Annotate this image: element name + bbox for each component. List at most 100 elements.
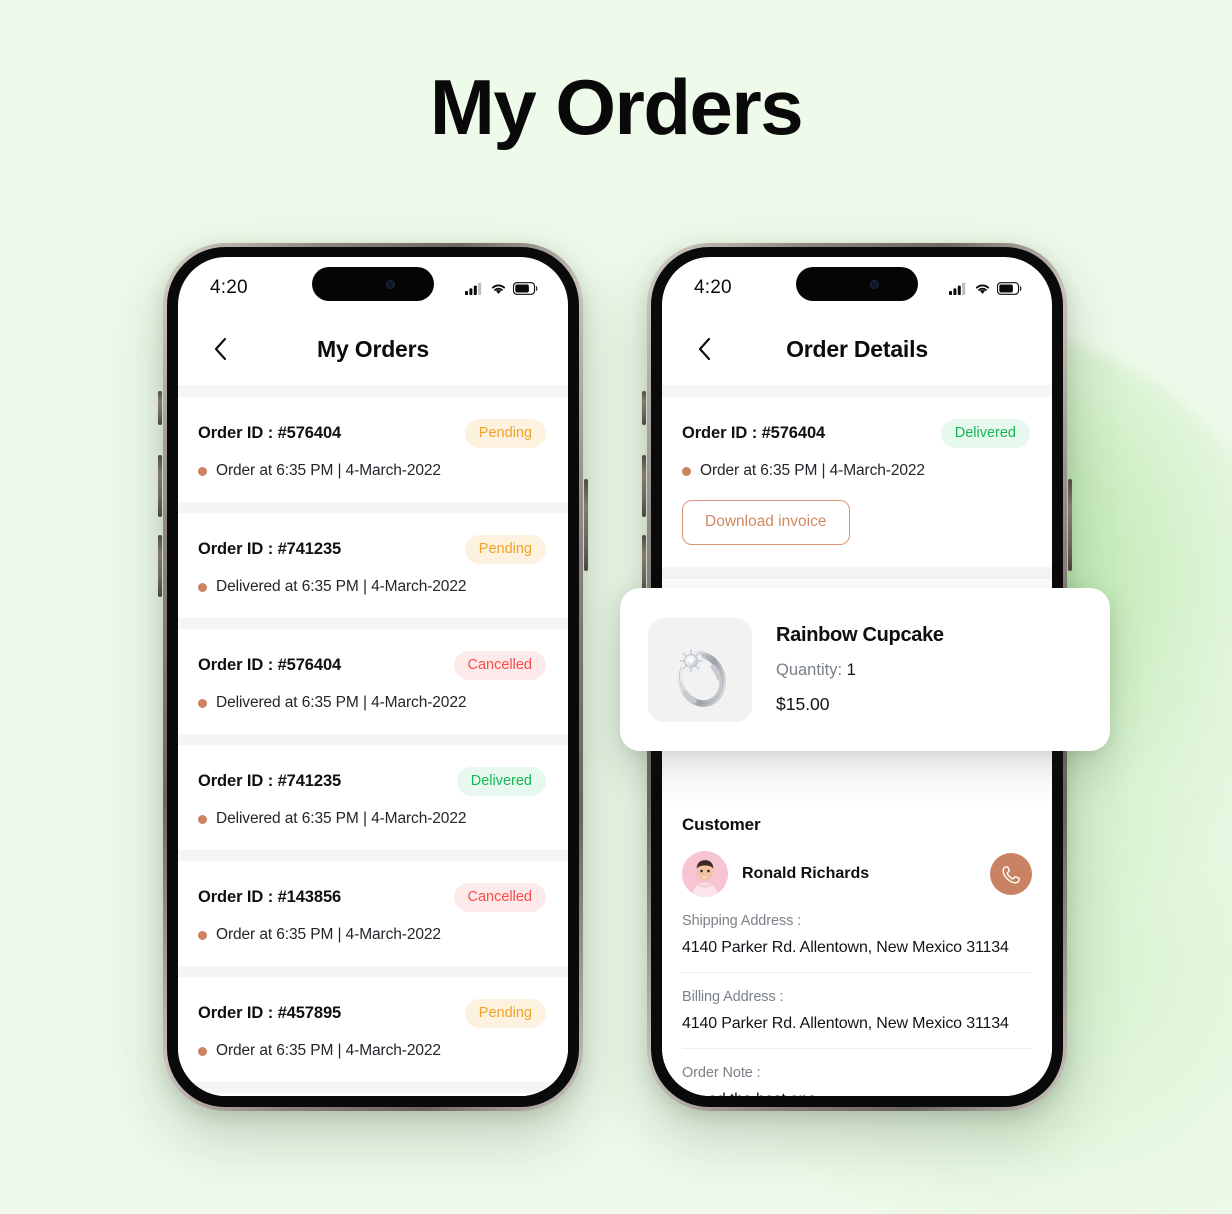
order-list-item[interactable]: Order ID : #741235 Delivered Delivered at … bbox=[178, 734, 568, 850]
dynamic-island bbox=[796, 267, 918, 301]
order-list-item[interactable]: Order ID : #143856 Cancelled Order at 6:35… bbox=[178, 850, 568, 966]
status-badge: Delivered bbox=[940, 419, 1030, 448]
customer-section-heading: Customer bbox=[682, 815, 761, 834]
status-dot-icon bbox=[682, 466, 691, 476]
order-list-item[interactable]: Order ID : #457895 Pending Order at 6:35 P… bbox=[178, 966, 568, 1082]
avatar bbox=[682, 851, 728, 897]
shipping-address-field: Shipping Address : 4140 Parker Rd. Allen… bbox=[682, 897, 1032, 972]
avatar-photo bbox=[682, 851, 728, 897]
order-timestamp: Order at 6:35 PM | 4-March-2022 bbox=[216, 1042, 441, 1059]
status-badge: Pending bbox=[464, 999, 546, 1028]
billing-address-value: 4140 Parker Rd. Allentown, New Mexico 31… bbox=[682, 1015, 1009, 1032]
order-note-value: I need the best one bbox=[682, 1091, 1032, 1096]
order-item-header: Order ID : #457895 Pending bbox=[198, 999, 546, 1028]
order-id: Order ID : #576404 bbox=[198, 424, 342, 442]
diamond-ring-image bbox=[676, 648, 726, 707]
order-timestamp-row: Order at 6:35 PM | 4-March-2022 bbox=[682, 462, 1030, 480]
battery-icon bbox=[513, 281, 538, 295]
nav-bar: My Orders bbox=[178, 313, 568, 385]
status-badge: Cancelled bbox=[453, 883, 546, 912]
call-customer-button[interactable] bbox=[990, 853, 1032, 895]
order-timestamp-row: Delivered at 6:35 PM | 4-March-2022 bbox=[198, 694, 546, 712]
status-dot-icon bbox=[198, 930, 207, 940]
silent-switch[interactable] bbox=[158, 391, 162, 425]
status-time: 4:20 bbox=[694, 277, 732, 298]
phone-bezel: 4:20 bbox=[167, 247, 579, 1107]
status-badge: Delivered bbox=[456, 767, 546, 796]
wifi-icon bbox=[491, 283, 506, 294]
chevron-left-icon bbox=[214, 338, 226, 360]
customer-name: Ronald Richards bbox=[742, 865, 870, 882]
power-button[interactable] bbox=[1068, 479, 1072, 571]
order-timestamp-row: Order at 6:35 PM | 4-March-2022 bbox=[198, 1042, 546, 1060]
order-item-header: Order ID : #741235 Delivered bbox=[198, 767, 546, 796]
billing-address-label: Billing Address : bbox=[682, 989, 784, 1005]
order-timestamp: Order at 6:35 PM | 4-March-2022 bbox=[700, 462, 925, 479]
order-summary-block: Order ID : #576404 Delivered Order at 6:… bbox=[662, 397, 1052, 567]
phone-mockup-orders-list: 4:20 My Orders Order ID: #576404 Pendin… bbox=[158, 243, 588, 1111]
orders-list: Order ID : #576404 Pending Order at 6:35 P… bbox=[178, 397, 568, 1096]
product-quantity-value: 1 bbox=[846, 661, 856, 679]
power-button[interactable] bbox=[584, 479, 588, 571]
order-item-header: Order ID : #741235 Pending bbox=[198, 535, 546, 564]
order-id: Order ID : #457895 bbox=[198, 1004, 342, 1022]
order-list-item[interactable]: Order ID : #548958DeliveredOrder at 6:35… bbox=[178, 1082, 568, 1096]
download-invoice-button[interactable]: Download invoice bbox=[682, 500, 850, 545]
back-button[interactable] bbox=[688, 333, 720, 365]
status-dot-icon bbox=[198, 1046, 207, 1056]
order-list-item[interactable]: Order ID : #741235 Pending Delivered at 6:… bbox=[178, 502, 568, 618]
order-item-header: Order ID : #576404 Pending bbox=[198, 419, 546, 448]
customer-section: Customer Ronald Richards Shipping Addres… bbox=[662, 797, 1052, 1096]
order-timestamp: Order at 6:35 PM | 4-March-2022 bbox=[216, 462, 441, 479]
section-divider bbox=[662, 385, 1052, 397]
order-list-item[interactable]: Order ID : #576404 Cancelled Delivered at … bbox=[178, 618, 568, 734]
status-dot-icon bbox=[198, 814, 207, 824]
page-heading: Order Details bbox=[786, 335, 928, 362]
product-price: $15.00 bbox=[776, 694, 830, 714]
order-id: Order ID : #741235 bbox=[198, 772, 342, 790]
status-dot-icon bbox=[198, 582, 207, 592]
wifi-icon bbox=[975, 283, 990, 294]
dynamic-island bbox=[312, 267, 434, 301]
order-id: Order ID : #143856 bbox=[198, 888, 342, 906]
page-heading: My Orders bbox=[317, 335, 429, 362]
volume-up-button[interactable] bbox=[158, 455, 162, 517]
section-divider bbox=[662, 567, 1052, 579]
nav-bar: Order Details bbox=[662, 313, 1052, 385]
status-time: 4:20 bbox=[210, 277, 248, 298]
status-badge: Pending bbox=[464, 535, 546, 564]
screen-orders-list: 4:20 My Orders Order ID: #576404 Pendin… bbox=[178, 257, 568, 1096]
product-info: Rainbow Cupcake Quantity: 1 $15.00 bbox=[776, 624, 944, 715]
order-id: Order ID : #576404 bbox=[682, 424, 826, 442]
phone-icon bbox=[1001, 865, 1020, 884]
status-icons bbox=[949, 281, 1022, 295]
product-thumbnail bbox=[648, 617, 752, 722]
order-note-field: Order Note : I need the best one bbox=[682, 1048, 1032, 1096]
status-bar: 4:20 bbox=[178, 257, 568, 313]
front-camera-icon bbox=[869, 279, 879, 289]
status-dot-icon bbox=[198, 698, 207, 708]
page-title: My Orders bbox=[429, 63, 804, 151]
shipping-address-label: Shipping Address : bbox=[682, 913, 802, 929]
order-timestamp: Order at 6:35 PM | 4-March-2022 bbox=[216, 926, 441, 943]
product-item-card[interactable]: Rainbow Cupcake Quantity: 1 $15.00 bbox=[620, 588, 1110, 751]
order-timestamp-row: Delivered at 6:35 PM | 4-March-2022 bbox=[198, 810, 546, 828]
shipping-address-value: 4140 Parker Rd. Allentown, New Mexico 31… bbox=[682, 939, 1009, 956]
product-quantity: Quantity: 1 bbox=[776, 661, 944, 680]
order-item-header: Order ID : #576404 Cancelled bbox=[198, 651, 546, 680]
status-icons bbox=[465, 281, 538, 295]
back-button[interactable] bbox=[204, 333, 236, 365]
product-quantity-label: Quantity: bbox=[776, 661, 843, 679]
front-camera-icon bbox=[385, 279, 395, 289]
volume-up-button[interactable] bbox=[642, 455, 646, 517]
status-dot-icon bbox=[198, 466, 207, 476]
order-list-item[interactable]: Order ID : #576404 Pending Order at 6:35 P… bbox=[178, 397, 568, 502]
status-bar: 4:20 bbox=[662, 257, 1052, 313]
order-timestamp-row: Order at 6:35 PM | 4-March-2022 bbox=[198, 926, 546, 944]
order-timestamp: Delivered at 6:35 PM | 4-March-2022 bbox=[216, 810, 467, 827]
silent-switch[interactable] bbox=[642, 391, 646, 425]
status-badge: Cancelled bbox=[453, 651, 546, 680]
battery-icon bbox=[997, 281, 1022, 295]
volume-down-button[interactable] bbox=[158, 535, 162, 597]
chevron-left-icon bbox=[698, 338, 710, 360]
